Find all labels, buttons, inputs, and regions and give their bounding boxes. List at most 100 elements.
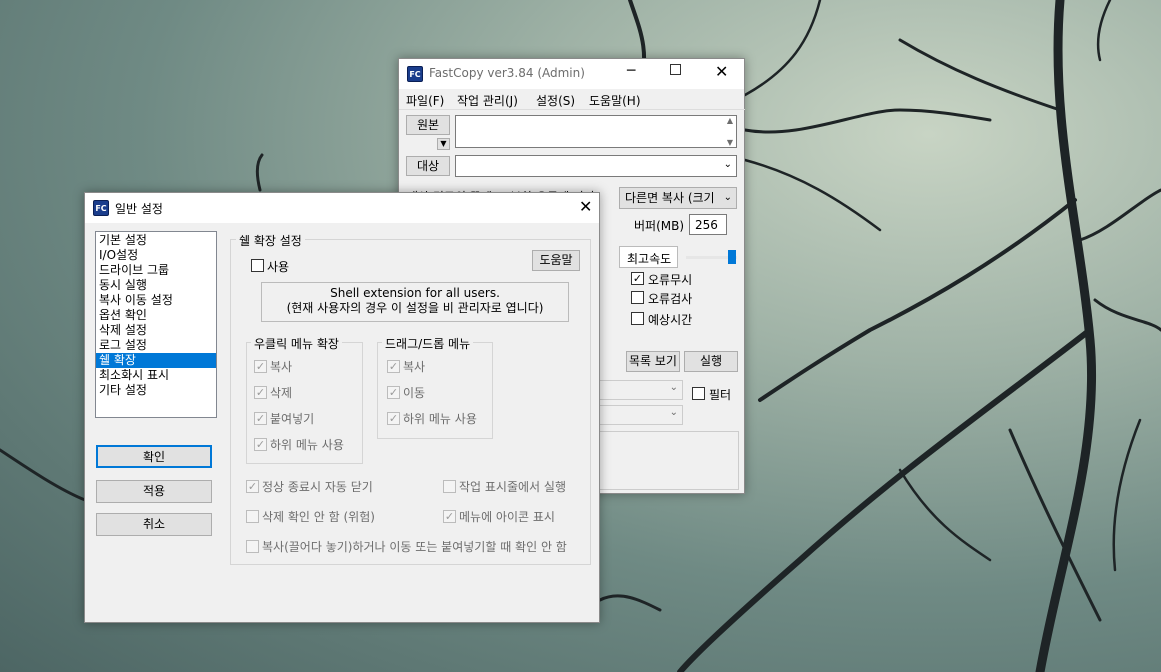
maximize-icon[interactable] (670, 64, 681, 75)
speed-box: 최고속도 (619, 246, 678, 268)
info-line-2: (현재 사용자의 경우 이 설정을 비 관리자로 엽니다) (286, 301, 544, 315)
taskbar-run-label: 작업 표시줄에서 실행 (459, 480, 566, 494)
checkmark-icon: ✓ (255, 360, 266, 373)
dd-move-checkbox[interactable]: ✓ (387, 386, 400, 399)
category-item[interactable]: 복사 이동 설정 (96, 293, 216, 308)
ignore-errors-checkbox[interactable]: ✓ (631, 272, 644, 285)
include-filter-dropdown-icon: ⌄ (669, 382, 678, 393)
speed-label: 최고속도 (627, 252, 672, 266)
no-paste-confirm-label: 복사(끌어다 놓기)하거나 이동 또는 붙여넣기할 때 확인 안 함 (262, 540, 567, 554)
right-click-menu-group: 우클릭 메뉴 확장 ✓ 복사 ✓ 삭제 ✓ 붙여넣기 ✓ 하위 메뉴 사용 (246, 335, 363, 464)
status-output-box (599, 431, 739, 490)
source-button[interactable]: 원본 (406, 115, 450, 135)
menu-settings[interactable]: 설정(S) (536, 92, 575, 109)
filter-label: 필터 (709, 388, 732, 402)
execute-button[interactable]: 실행 (684, 351, 738, 372)
menu-job[interactable]: 작업 관리(J) (457, 92, 518, 109)
category-item[interactable]: 기본 설정 (96, 233, 216, 248)
shell-extension-group-title: 쉘 확장 설정 (236, 232, 305, 249)
rc-copy-checkbox[interactable]: ✓ (254, 360, 267, 373)
shell-extension-group: 쉘 확장 설정 사용 도움말 Shell extension for all u… (230, 232, 591, 565)
no-delete-confirm-checkbox[interactable] (246, 510, 259, 523)
rc-delete-checkbox[interactable]: ✓ (254, 386, 267, 399)
menu-file[interactable]: 파일(F) (406, 92, 444, 109)
category-item[interactable]: 기타 설정 (96, 383, 216, 398)
category-item[interactable]: 쉘 확장 (96, 353, 216, 368)
checkmark-icon: ✓ (444, 510, 455, 523)
estimate-checkbox[interactable] (631, 312, 644, 325)
category-item[interactable]: 옵션 확인 (96, 308, 216, 323)
category-item[interactable]: 로그 설정 (96, 338, 216, 353)
fastcopy-app-icon: FC (407, 66, 423, 82)
close-icon[interactable]: ✕ (579, 197, 592, 216)
right-click-menu-title: 우클릭 메뉴 확장 (251, 335, 342, 352)
checkmark-icon: ✓ (255, 412, 266, 425)
rc-paste-checkbox[interactable]: ✓ (254, 412, 267, 425)
source-scroll-down-icon[interactable]: ▼ (727, 138, 733, 147)
menu-help[interactable]: 도움말(H) (589, 92, 641, 109)
checkmark-icon: ✓ (247, 480, 258, 493)
estimate-label: 예상시간 (648, 313, 693, 327)
dest-button[interactable]: 대상 (406, 156, 450, 176)
auto-close-checkbox[interactable]: ✓ (246, 480, 259, 493)
source-path-input[interactable]: ▲ ▼ (455, 115, 737, 148)
exclude-filter-combo[interactable]: ⌄ (599, 405, 683, 425)
ignore-errors-label: 오류무시 (648, 273, 693, 287)
buffer-value: 256 (695, 218, 718, 232)
dest-path-input[interactable]: ⌄ (455, 155, 737, 177)
no-delete-confirm-label: 삭제 확인 안 함 (위험) (262, 510, 375, 524)
dd-submenu-label: 하위 메뉴 사용 (403, 412, 477, 426)
checkmark-icon: ✓ (255, 438, 266, 451)
speed-slider-thumb[interactable] (728, 250, 736, 264)
auto-close-label: 정상 종료시 자동 닫기 (262, 480, 373, 494)
settings-dialog: FC 일반 설정 ✕ 기본 설정 I/O설정 드라이브 그룹 동시 실행 복사 이동 설… (84, 192, 600, 623)
cancel-button[interactable]: 취소 (96, 513, 212, 536)
source-history-dropdown[interactable]: ▼ (437, 138, 450, 150)
rc-copy-label: 복사 (270, 360, 293, 374)
taskbar-run-checkbox[interactable] (443, 480, 456, 493)
exclude-filter-dropdown-icon: ⌄ (669, 407, 678, 418)
menu-bar: 파일(F) 작업 관리(J) 설정(S) 도움말(H) (399, 89, 745, 109)
rc-paste-label: 붙여넣기 (270, 412, 315, 426)
use-shell-extension-checkbox[interactable] (251, 259, 264, 272)
settings-titlebar[interactable]: FC 일반 설정 ✕ (85, 193, 599, 223)
menu-icon-checkbox[interactable]: ✓ (443, 510, 456, 523)
rc-delete-label: 삭제 (270, 386, 293, 400)
dest-dropdown-icon[interactable]: ⌄ (724, 159, 732, 170)
category-list[interactable]: 기본 설정 I/O설정 드라이브 그룹 동시 실행 복사 이동 설정 옵션 확인 삭제 설정… (95, 231, 217, 418)
buffer-input[interactable]: 256 (689, 214, 727, 235)
apply-button[interactable]: 적용 (96, 480, 212, 503)
use-shell-extension-label: 사용 (267, 260, 290, 274)
include-filter-combo[interactable]: ⌄ (599, 380, 683, 400)
info-line-1: Shell extension for all users. (330, 286, 500, 300)
source-scroll-up-icon[interactable]: ▲ (727, 116, 733, 125)
dd-copy-checkbox[interactable]: ✓ (387, 360, 400, 373)
category-item[interactable]: 드라이브 그룹 (96, 263, 216, 278)
buffer-label: 버퍼(MB) (634, 219, 685, 233)
close-icon[interactable]: ✕ (715, 62, 728, 81)
category-item[interactable]: I/O설정 (96, 248, 216, 263)
checkmark-icon: ✓ (632, 272, 643, 285)
copy-mode-select[interactable]: 다른면 복사 (크기 ⌄ (619, 187, 737, 209)
drag-drop-menu-group: 드래그/드롭 메뉴 ✓ 복사 ✓ 이동 ✓ 하위 메뉴 사용 (377, 335, 493, 439)
speed-slider[interactable] (686, 250, 737, 264)
menu-icon-label: 메뉴에 아이콘 표시 (459, 510, 555, 524)
no-paste-confirm-checkbox[interactable] (246, 540, 259, 553)
rc-submenu-checkbox[interactable]: ✓ (254, 438, 267, 451)
category-item[interactable]: 동시 실행 (96, 278, 216, 293)
minimize-icon[interactable]: ─ (627, 63, 635, 79)
verify-label: 오류검사 (648, 292, 693, 306)
rc-submenu-label: 하위 메뉴 사용 (270, 438, 344, 452)
category-item[interactable]: 최소화시 표시 (96, 368, 216, 383)
copy-mode-dropdown-icon: ⌄ (723, 192, 732, 203)
ok-button[interactable]: 확인 (96, 445, 212, 468)
help-button[interactable]: 도움말 (532, 250, 580, 271)
fastcopy-titlebar[interactable]: FC FastCopy ver3.84 (Admin) ─ ✕ (399, 59, 744, 89)
filter-checkbox[interactable] (692, 387, 705, 400)
dd-submenu-checkbox[interactable]: ✓ (387, 412, 400, 425)
checkmark-icon: ✓ (388, 412, 399, 425)
verify-checkbox[interactable] (631, 291, 644, 304)
category-item[interactable]: 삭제 설정 (96, 323, 216, 338)
list-view-button[interactable]: 목록 보기 (626, 351, 680, 372)
checkmark-icon: ✓ (255, 386, 266, 399)
